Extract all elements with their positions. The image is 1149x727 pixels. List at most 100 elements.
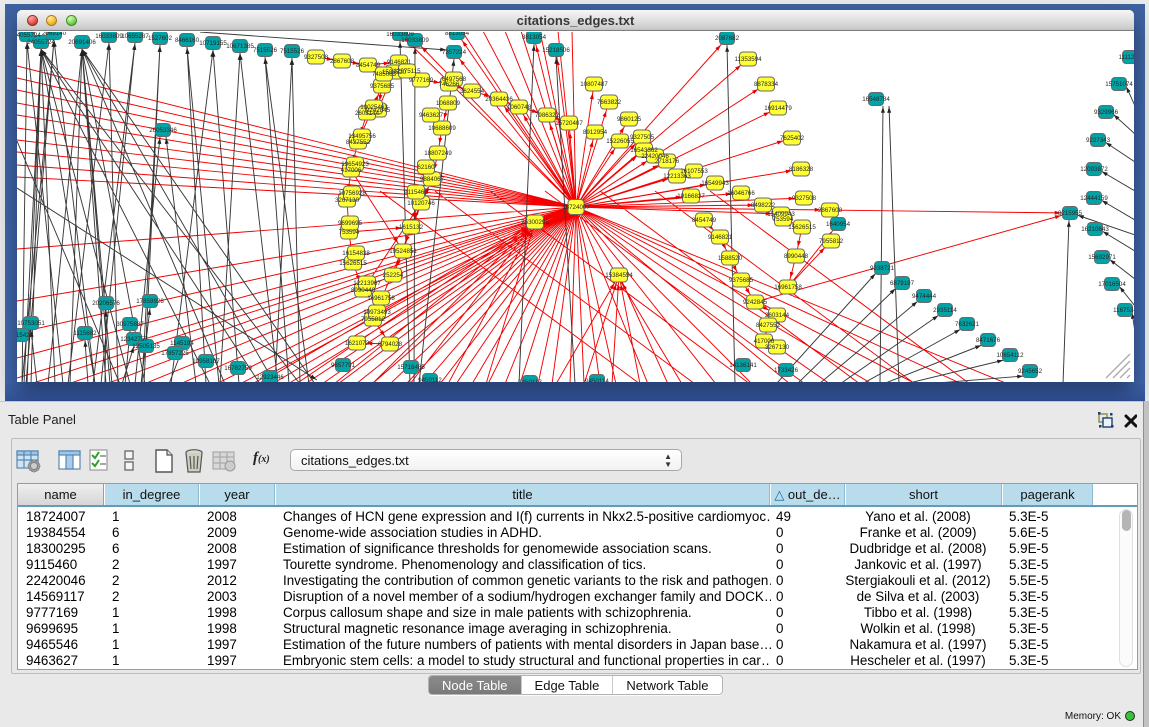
svg-text:8990448: 8990448 — [351, 287, 376, 294]
svg-text:10756928: 10756928 — [338, 190, 366, 197]
svg-text:1167534: 1167534 — [1113, 307, 1134, 314]
svg-text:17859928: 17859928 — [136, 298, 164, 305]
svg-text:9375685: 9375685 — [729, 277, 754, 284]
svg-text:8813054: 8813054 — [445, 32, 470, 37]
svg-text:10807487: 10807487 — [580, 81, 608, 88]
svg-text:2867608: 2867608 — [330, 58, 355, 65]
svg-text:2718176: 2718176 — [655, 158, 680, 165]
svg-text:8454749: 8454749 — [692, 217, 717, 224]
svg-text:753594: 753594 — [773, 216, 794, 223]
svg-text:9450114: 9450114 — [585, 378, 609, 382]
svg-text:1621072: 1621072 — [345, 340, 370, 347]
svg-text:9777169: 9777169 — [409, 77, 434, 84]
svg-text:3267130: 3267130 — [765, 344, 790, 351]
svg-text:2087682: 2087682 — [715, 35, 740, 42]
svg-text:15218506: 15218506 — [542, 47, 570, 54]
svg-text:9327505: 9327505 — [630, 134, 655, 141]
svg-text:16782759: 16782759 — [224, 365, 252, 372]
svg-text:15626515: 15626515 — [339, 260, 367, 267]
svg-text:9884067: 9884067 — [420, 176, 445, 183]
svg-text:24055724: 24055724 — [27, 39, 55, 46]
svg-text:18724007: 18724007 — [562, 204, 590, 211]
svg-text:8878334: 8878334 — [754, 81, 779, 88]
svg-text:12093872: 12093872 — [1080, 166, 1108, 173]
svg-text:2069140: 2069140 — [42, 32, 67, 37]
svg-text:3915424: 3915424 — [17, 332, 34, 339]
svg-text:16154838: 16154838 — [342, 250, 370, 257]
svg-text:8454749: 8454749 — [356, 62, 381, 69]
svg-text:9227343: 9227343 — [1086, 137, 1111, 144]
svg-text:9146821: 9146821 — [708, 234, 733, 241]
svg-text:7515526: 7515526 — [253, 47, 278, 54]
svg-text:1640954: 1640954 — [826, 221, 851, 228]
svg-text:6794028: 6794028 — [378, 341, 403, 348]
svg-text:9450113: 9450113 — [518, 379, 542, 382]
svg-text:16033809: 16033809 — [95, 33, 123, 40]
svg-text:16210643: 16210643 — [1081, 226, 1109, 233]
svg-text:1068809: 1068809 — [436, 100, 461, 107]
svg-text:2603144: 2603144 — [765, 312, 790, 319]
svg-text:8466160: 8466160 — [175, 37, 200, 44]
svg-text:9327508: 9327508 — [792, 195, 817, 202]
svg-text:15720407: 15720407 — [555, 120, 583, 127]
svg-text:1588520: 1588520 — [718, 255, 743, 262]
svg-text:20691406: 20691406 — [68, 39, 96, 46]
svg-text:13495756: 13495756 — [348, 133, 376, 140]
svg-text:9338721: 9338721 — [870, 265, 895, 272]
svg-text:9450112: 9450112 — [418, 377, 442, 382]
svg-text:9146821: 9146821 — [387, 59, 412, 66]
svg-text:8498222: 8498222 — [751, 202, 776, 209]
svg-text:1060748: 1060748 — [507, 104, 532, 111]
svg-text:15384554: 15384554 — [605, 272, 633, 279]
svg-text:8427552: 8427552 — [346, 139, 371, 146]
svg-text:9474444: 9474444 — [912, 293, 937, 300]
svg-text:25300295: 25300295 — [521, 219, 549, 226]
svg-text:12213967: 12213967 — [353, 280, 381, 287]
svg-text:24055724: 24055724 — [17, 32, 41, 39]
svg-text:10973493: 10973493 — [363, 309, 391, 316]
svg-text:10688609: 10688609 — [428, 125, 456, 132]
svg-text:3267130: 3267130 — [335, 197, 360, 204]
svg-text:14136141: 14136141 — [729, 362, 757, 369]
svg-text:7986322: 7986322 — [535, 112, 560, 119]
svg-text:12975115: 12975115 — [393, 68, 421, 75]
svg-text:16107553: 16107553 — [680, 168, 708, 175]
svg-text:10025463: 10025463 — [360, 104, 388, 111]
svg-text:9860125: 9860125 — [617, 116, 642, 123]
svg-text:12505135: 12505135 — [132, 343, 160, 350]
svg-text:16961758: 16961758 — [367, 295, 395, 302]
svg-text:6497568: 6497568 — [442, 76, 467, 83]
svg-text:8813054: 8813054 — [522, 34, 547, 41]
svg-text:9242845: 9242845 — [743, 299, 768, 306]
svg-text:7955812: 7955812 — [819, 238, 844, 245]
svg-text:3624554: 3624554 — [460, 88, 485, 95]
svg-text:9857791: 9857791 — [331, 362, 356, 369]
svg-text:26053346: 26053346 — [149, 127, 177, 134]
svg-text:8471676: 8471676 — [976, 337, 1001, 344]
svg-text:9699695: 9699695 — [338, 220, 363, 227]
svg-text:1115682: 1115682 — [73, 330, 97, 337]
svg-text:19654923: 19654923 — [341, 161, 369, 168]
svg-text:16961758: 16961758 — [774, 284, 802, 291]
svg-text:11353594: 11353594 — [734, 56, 762, 63]
svg-text:9375685: 9375685 — [370, 83, 395, 90]
svg-text:15626515: 15626515 — [788, 224, 816, 231]
svg-text:7625402: 7625402 — [780, 135, 805, 142]
svg-text:12923446: 12923446 — [256, 374, 284, 381]
svg-text:6879197: 6879197 — [890, 280, 915, 287]
svg-text:16914479: 16914479 — [764, 105, 792, 112]
svg-text:417006: 417006 — [341, 167, 362, 174]
svg-text:7515526: 7515526 — [280, 48, 305, 55]
svg-text:8215955: 8215955 — [1058, 210, 1083, 217]
svg-text:9463627: 9463627 — [419, 112, 444, 119]
svg-text:252254: 252254 — [383, 272, 404, 279]
svg-text:1111243: 1111243 — [1119, 54, 1134, 61]
svg-text:19166827: 19166827 — [677, 193, 705, 200]
svg-text:2867608: 2867608 — [818, 207, 843, 214]
svg-text:9245652: 9245652 — [1018, 368, 1043, 375]
svg-text:8427552: 8427552 — [756, 322, 781, 329]
svg-text:7663822: 7663822 — [597, 99, 622, 106]
svg-text:16549943: 16549943 — [701, 180, 729, 187]
svg-text:9327508: 9327508 — [304, 54, 329, 61]
svg-text:17857225: 17857225 — [161, 350, 189, 357]
